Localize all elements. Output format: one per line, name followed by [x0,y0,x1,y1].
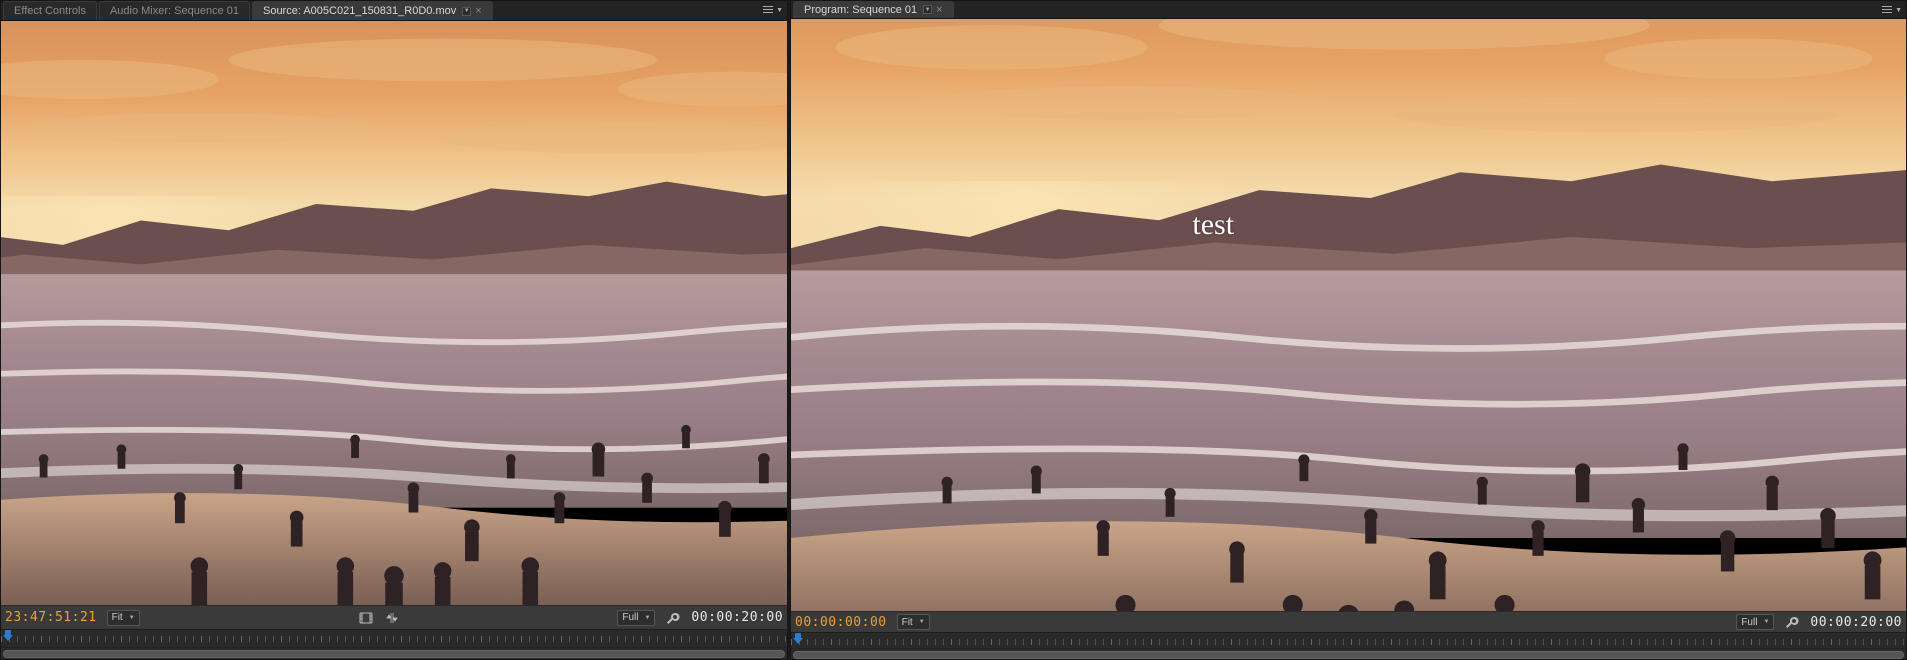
ruler-ticks [1,636,787,642]
source-controls: 23:47:51:21 Fit ▼ Full ▼ 00:00:20:00 [1,605,787,629]
zoom-value: Fit [902,617,913,628]
hamburger-icon [1882,6,1892,14]
tab-label: Program: Sequence 01 [804,4,917,16]
tab-effect-controls[interactable]: Effect Controls [3,1,97,20]
settings-wrench-icon[interactable] [1784,614,1800,630]
zoom-dropdown[interactable]: Fit ▼ [897,614,930,630]
chevron-down-icon: ▼ [129,615,135,621]
source-tab-bar: Effect Controls Audio Mixer: Sequence 01… [1,1,787,21]
close-icon[interactable]: × [475,5,481,17]
source-viewer[interactable] [1,21,787,605]
close-icon[interactable]: × [936,4,942,16]
program-controls: 00:00:00:00 Fit ▼ Full ▼ 00:00:20:00 [791,611,1906,632]
playhead-timecode[interactable]: 00:00:00:00 [795,615,887,630]
tab-label: Effect Controls [14,5,86,17]
film-strip-icon[interactable] [358,610,374,626]
program-zoom-scrollbar[interactable] [791,648,1906,659]
chevron-down-icon[interactable]: ▼ [462,7,471,16]
tab-program-sequence[interactable]: Program: Sequence 01 ▼ × [793,1,954,18]
hamburger-icon [763,6,773,14]
source-monitor-panel: Effect Controls Audio Mixer: Sequence 01… [0,0,788,660]
program-viewer[interactable]: test [791,19,1906,611]
program-tab-bar: Program: Sequence 01 ▼ × ▼ [791,1,1906,19]
resolution-dropdown[interactable]: Full ▼ [617,610,655,626]
playhead-marker[interactable] [3,630,13,642]
playhead-marker[interactable] [793,633,803,645]
playhead-timecode[interactable]: 23:47:51:21 [5,610,97,625]
chevron-down-icon[interactable]: ▼ [923,5,932,14]
duration-timecode: 00:00:20:00 [691,610,783,625]
chevron-down-icon: ▼ [1895,7,1902,14]
program-time-ruler[interactable] [791,632,1906,648]
tab-audio-mixer[interactable]: Audio Mixer: Sequence 01 [99,1,250,20]
scrollbar-thumb[interactable] [793,651,1904,659]
ruler-ticks [791,639,1906,645]
source-zoom-scrollbar[interactable] [1,647,787,659]
tab-label: Audio Mixer: Sequence 01 [110,5,239,17]
chevron-down-icon: ▼ [1763,619,1769,625]
resolution-value: Full [622,612,638,623]
tab-label: Source: A005C021_150831_R0D0.mov [263,5,456,17]
chevron-down-icon: ▼ [776,7,783,14]
chevron-down-icon: ▼ [644,615,650,621]
scrollbar-thumb[interactable] [3,650,785,658]
insert-overwrite-icon[interactable] [384,610,400,626]
settings-wrench-icon[interactable] [665,610,681,626]
duration-timecode: 00:00:20:00 [1810,615,1902,630]
panel-menu-button[interactable]: ▼ [763,3,783,17]
zoom-value: Fit [112,612,123,623]
zoom-dropdown[interactable]: Fit ▼ [107,610,140,626]
tab-source-clip[interactable]: Source: A005C021_150831_R0D0.mov ▼ × [252,1,493,20]
source-time-ruler[interactable] [1,629,787,647]
program-monitor-panel: Program: Sequence 01 ▼ × ▼ test 00:00:00… [790,0,1907,660]
panel-menu-button[interactable]: ▼ [1882,3,1902,17]
resolution-dropdown[interactable]: Full ▼ [1736,614,1774,630]
chevron-down-icon: ▼ [919,619,925,625]
resolution-value: Full [1741,617,1757,628]
